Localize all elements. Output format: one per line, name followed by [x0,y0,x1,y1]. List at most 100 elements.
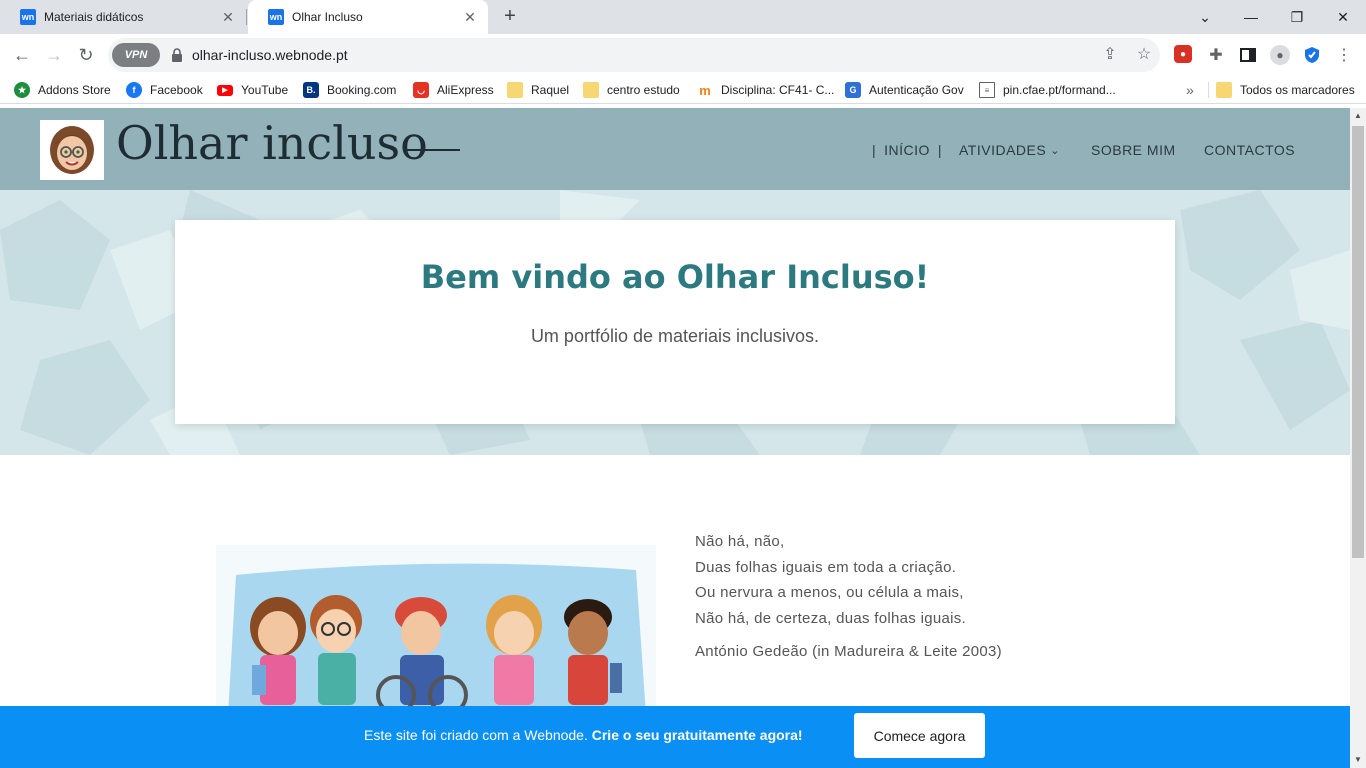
page-icon: ≡ [979,82,995,98]
bookmark-label: centro estudo [607,83,680,97]
url-text: olhar-incluso.webnode.pt [192,47,348,63]
start-now-button[interactable]: Comece agora [854,713,985,758]
bookmark-star-icon[interactable]: ☆ [1134,45,1154,65]
close-window-button[interactable]: ✕ [1320,0,1366,34]
moodle-icon: m [699,82,711,98]
children-holding-hands-illustration [216,545,656,715]
bookmark-autenticacao-gov[interactable]: G Autenticação Gov [845,76,964,104]
poem-quote: Não há, não, Duas folhas iguais em toda … [695,529,966,631]
nav-item-atividades[interactable]: ATIVIDADES ⌄ [959,138,1060,162]
promo-text: Este site foi criado com a Webnode. Crie… [364,727,803,743]
profile-avatar-icon[interactable]: ● [1270,45,1290,65]
bookmark-label: YouTube [241,83,289,97]
bookmark-label: Autenticação Gov [869,83,964,97]
site-header: Olhar incluso | INÍCIO | ATIVIDADES ⌄ SO… [0,108,1350,190]
booking-icon: B. [303,82,319,98]
bookmark-pin-cfae[interactable]: ≡ pin.cfae.pt/formand... [979,76,1116,104]
web-page: Olhar incluso | INÍCIO | ATIVIDADES ⌄ SO… [0,108,1350,768]
scroll-down-icon[interactable]: ▼ [1350,752,1366,768]
bookmark-label: Booking.com [327,83,397,97]
bookmark-label: AliExpress [437,83,494,97]
poem-author: António Gedeão (in Madureira & Leite 200… [695,643,1002,660]
youtube-icon: ▶ [217,84,233,96]
bookmark-label: Disciplina: CF41- C... [721,83,835,97]
bookmark-label: Raquel [531,83,570,97]
browser-menu-icon[interactable]: ⋮ [1334,45,1354,65]
promo-text-bold[interactable]: Crie o seu gratuitamente agora! [592,727,803,743]
bookmark-booking[interactable]: B. Booking.com [303,76,396,104]
title-divider-line [404,149,460,151]
nav-separator: | [872,142,877,158]
bookmark-facebook[interactable]: f Facebook [126,76,203,104]
bookmark-label: Todos os marcadores [1240,83,1355,97]
hero-subtitle: Um portfólio de materiais inclusivos. [530,326,820,346]
nav-item-sobre-mim[interactable]: SOBRE MIM [1091,138,1176,162]
bookmark-aliexpress[interactable]: ◡ AliExpress [413,76,494,104]
folder-icon [1216,82,1232,98]
close-tab-icon[interactable]: ✕ [462,9,478,26]
folder-icon [583,82,599,98]
bookmark-label: pin.cfae.pt/formand... [1003,83,1116,97]
hero-card: Bem vindo ao Olhar Incluso! Um portfólio… [175,220,1175,424]
nav-label: SOBRE MIM [1091,142,1176,158]
nav-separator: | [937,142,943,158]
reload-icon[interactable]: ↻ [74,43,98,67]
bookmark-folder-raquel[interactable]: Raquel [507,76,569,104]
poem-line: Duas folhas iguais em toda a criação. [695,558,957,576]
browser-toolbar: ← → ↻ VPN olhar-incluso.webnode.pt ⇪ ☆ ●… [0,34,1366,76]
promo-text-regular: Este site foi criado com a Webnode. [364,727,588,743]
bookmark-label: Addons Store [38,83,111,97]
bookmarks-divider [1208,82,1209,98]
webnode-favicon-icon: wn [268,9,284,25]
tab-title: Materiais didáticos [44,10,144,24]
forward-icon[interactable]: → [42,43,66,67]
restore-button[interactable]: ❐ [1274,0,1320,34]
aliexpress-icon: ◡ [413,82,429,98]
extensions-puzzle-icon[interactable]: ✚ [1206,45,1226,65]
avatar-logo[interactable] [40,120,104,180]
vpn-badge-icon[interactable]: VPN [112,43,160,67]
webnode-promo-bar: Este site foi criado com a Webnode. Crie… [0,706,1350,768]
lock-icon[interactable] [170,47,184,63]
scroll-up-icon[interactable]: ▲ [1350,108,1366,124]
nav-item-contactos[interactable]: CONTACTOS [1204,138,1295,162]
poem-line: Ou nervura a menos, ou célula a mais, [695,584,964,601]
minimize-button[interactable]: — [1228,0,1274,34]
address-bar[interactable]: VPN olhar-incluso.webnode.pt ⇪ ☆ [108,38,1160,72]
shield-extension-icon[interactable] [1302,45,1322,65]
side-panel-icon[interactable] [1238,45,1258,65]
bookmark-disciplina[interactable]: m Disciplina: CF41- C... [697,76,834,104]
gov-icon: G [845,82,861,98]
adblock-extension-icon[interactable]: ● [1174,45,1192,63]
site-title[interactable]: Olhar incluso [116,116,428,170]
tab-olhar-incluso[interactable]: wn Olhar Incluso ✕ [248,0,488,34]
bookmark-label: Facebook [150,83,203,97]
poem-line: Não há, de certeza, duas folhas iguais. [695,609,967,627]
all-bookmarks-folder[interactable]: Todos os marcadores [1216,76,1355,104]
nav-item-inicio[interactable]: | INÍCIO | [872,138,950,162]
tab-strip: wn Materiais didáticos ✕ wn Olhar Inclus… [0,0,1366,34]
webnode-favicon-icon: wn [20,9,36,25]
facebook-icon: f [126,82,142,98]
page-scrollbar[interactable]: ▲ ▼ [1350,108,1366,768]
share-icon[interactable]: ⇪ [1100,45,1120,65]
scrollbar-thumb[interactable] [1352,126,1364,558]
chevron-down-icon: ⌄ [1050,144,1060,157]
tab-search-icon[interactable]: ⌄ [1182,0,1228,34]
tab-materiais-didaticos[interactable]: wn Materiais didáticos ✕ [0,0,246,34]
bookmarks-overflow-button[interactable]: » [1186,76,1194,104]
nav-label: INÍCIO [884,142,930,158]
close-tab-icon[interactable]: ✕ [220,9,236,26]
bookmark-folder-centro-estudo[interactable]: centro estudo [583,76,680,104]
bookmark-addons-store[interactable]: ★ Addons Store [14,76,111,104]
poem-line: Não há, não, [695,533,785,550]
folder-icon [507,82,523,98]
back-icon[interactable]: ← [10,43,34,67]
new-tab-button[interactable]: + [498,4,522,28]
nav-label: ATIVIDADES [959,142,1047,158]
hero-title: Bem vindo ao Olhar Incluso! [420,258,930,296]
tab-separator [246,9,247,25]
bookmark-youtube[interactable]: ▶ YouTube [217,76,288,104]
tab-title: Olhar Incluso [292,10,363,24]
bookmarks-bar: ★ Addons Store f Facebook ▶ YouTube B. B… [0,76,1366,104]
